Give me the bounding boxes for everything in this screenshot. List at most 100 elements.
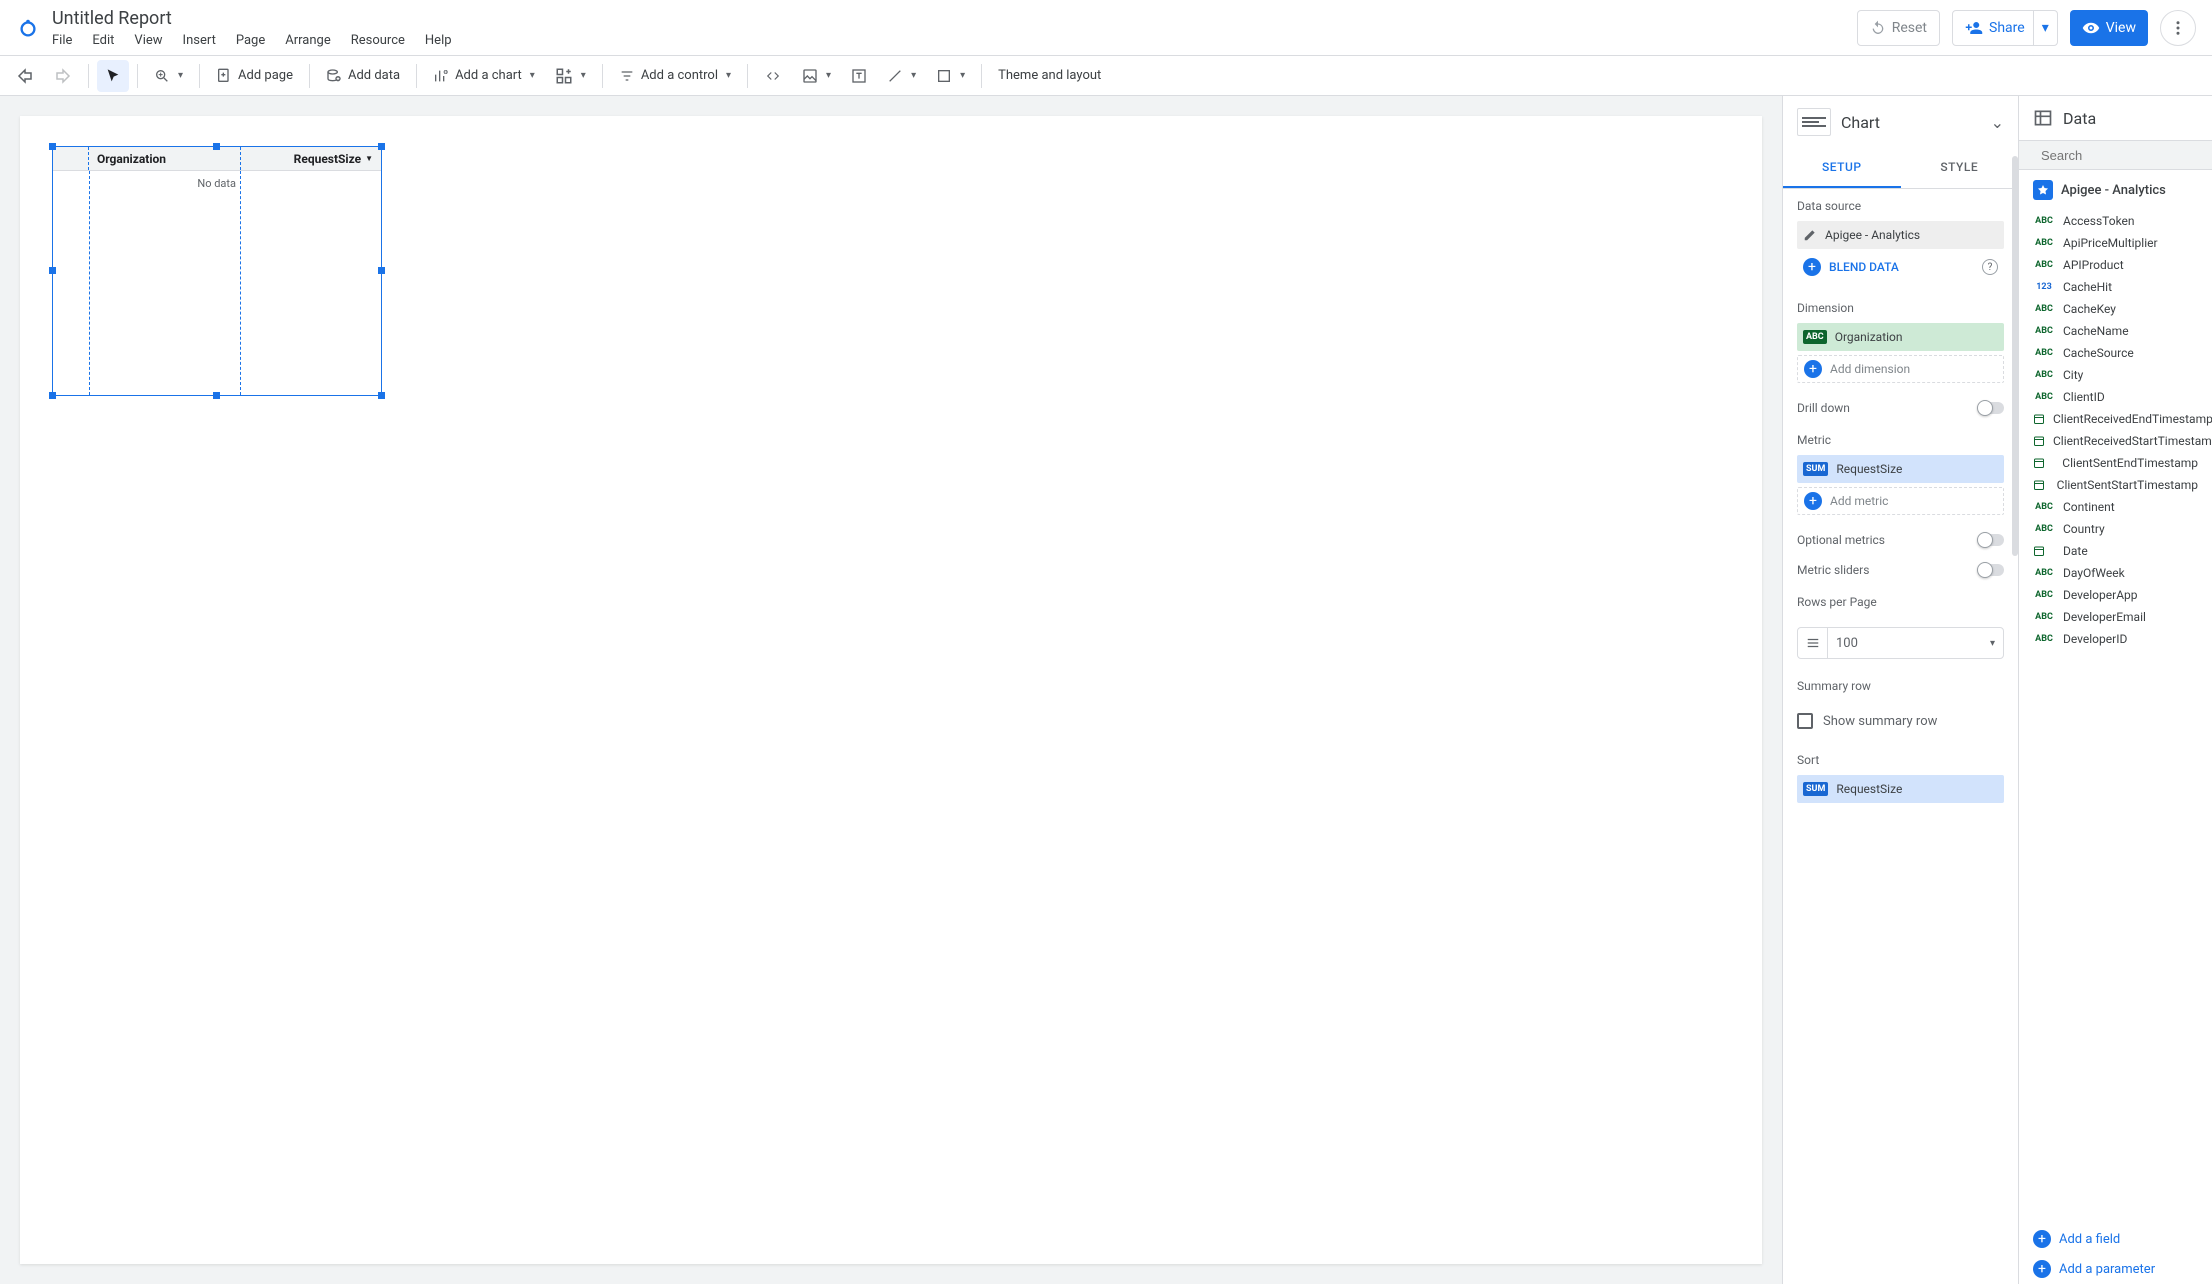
source-icon — [2033, 180, 2053, 200]
report-canvas[interactable]: Organization RequestSize▼ No data — [20, 116, 1762, 1264]
square-icon — [936, 68, 952, 84]
menu-page[interactable]: Page — [236, 33, 265, 48]
field-ApiPriceMultiplier[interactable]: ABCApiPriceMultiplier — [2019, 232, 2212, 254]
field-Country[interactable]: ABCCountry — [2019, 518, 2212, 540]
field-AccessToken[interactable]: ABCAccessToken — [2019, 210, 2212, 232]
metric-label: Metric — [1797, 433, 2004, 447]
sort-chip[interactable]: SUM RequestSize — [1797, 775, 2004, 803]
field-CacheKey[interactable]: ABCCacheKey — [2019, 298, 2212, 320]
shape-button[interactable]: ▾ — [928, 60, 973, 92]
dimension-chip[interactable]: ABC Organization — [1797, 323, 2004, 351]
menu-help[interactable]: Help — [425, 33, 452, 48]
search-input[interactable] — [2041, 148, 2212, 163]
table-chart-icon — [1797, 108, 1831, 136]
field-CacheSource[interactable]: ABCCacheSource — [2019, 342, 2212, 364]
tab-style[interactable]: STYLE — [1901, 148, 2019, 188]
plus-icon: + — [1804, 492, 1822, 510]
plus-icon: + — [2033, 1260, 2051, 1278]
share-button[interactable]: Share — [1952, 10, 2038, 46]
data-source-chip[interactable]: Apigee - Analytics — [1797, 221, 2004, 249]
cursor-icon — [105, 68, 121, 84]
redo-button[interactable] — [46, 60, 80, 92]
sort-label: Sort — [1797, 753, 2004, 767]
field-DeveloperEmail[interactable]: ABCDeveloperEmail — [2019, 606, 2212, 628]
menu-insert[interactable]: Insert — [183, 33, 216, 48]
add-field-button[interactable]: + Add a field — [2019, 1224, 2212, 1254]
field-DayOfWeek[interactable]: ABCDayOfWeek — [2019, 562, 2212, 584]
add-data-button[interactable]: Add data — [318, 60, 408, 92]
field-ClientSentEndTimestamp[interactable]: ClientSentEndTimestamp — [2019, 452, 2212, 474]
metric-chip[interactable]: SUM RequestSize — [1797, 455, 2004, 483]
line-button[interactable]: ▾ — [879, 60, 924, 92]
add-dimension-button[interactable]: + Add dimension — [1797, 355, 2004, 383]
image-button[interactable]: ▾ — [794, 60, 839, 92]
reset-button[interactable]: Reset — [1857, 10, 1940, 46]
more-vert-icon — [2169, 19, 2187, 37]
metric-sliders-toggle[interactable] — [1978, 564, 2004, 576]
data-panel: Data Apigee - Analytics ABCAccessTokenAB… — [2019, 96, 2212, 1284]
view-button[interactable]: View — [2070, 10, 2148, 46]
optional-metrics-toggle[interactable] — [1978, 534, 2004, 546]
theme-button[interactable]: Theme and layout — [990, 60, 1109, 92]
add-parameter-button[interactable]: + Add a parameter — [2019, 1254, 2212, 1284]
menu-file[interactable]: File — [52, 33, 72, 48]
rows-per-page-select[interactable]: 100 ▾ — [1797, 627, 2004, 659]
field-list: ABCAccessTokenABCApiPriceMultiplierABCAP… — [2019, 210, 2212, 1224]
scrollbar[interactable] — [2012, 156, 2018, 556]
add-metric-button[interactable]: + Add metric — [1797, 487, 2004, 515]
data-source-header[interactable]: Apigee - Analytics — [2019, 170, 2212, 210]
chart-icon — [433, 68, 449, 84]
field-ClientSentStartTimestamp[interactable]: ClientSentStartTimestamp — [2019, 474, 2212, 496]
undo-button[interactable] — [8, 60, 42, 92]
field-Date[interactable]: Date — [2019, 540, 2212, 562]
show-summary-label: Show summary row — [1823, 714, 1937, 729]
database-plus-icon — [326, 68, 342, 84]
field-Continent[interactable]: ABCContinent — [2019, 496, 2212, 518]
field-CacheHit[interactable]: 123CacheHit — [2019, 276, 2212, 298]
resize-handle[interactable] — [49, 143, 56, 150]
image-icon — [802, 68, 818, 84]
field-ClientReceivedEndTimestamp[interactable]: ClientReceivedEndTimestamp — [2019, 408, 2212, 430]
menu-edit[interactable]: Edit — [92, 33, 114, 48]
field-DeveloperID[interactable]: ABCDeveloperID — [2019, 628, 2212, 650]
menu-resource[interactable]: Resource — [351, 33, 405, 48]
field-CacheName[interactable]: ABCCacheName — [2019, 320, 2212, 342]
table-widget[interactable]: Organization RequestSize▼ No data — [52, 146, 382, 396]
share-dropdown[interactable]: ▾ — [2033, 10, 2058, 46]
undo-icon — [16, 67, 34, 85]
select-tool[interactable] — [97, 60, 129, 92]
add-control-button[interactable]: Add a control▾ — [611, 60, 739, 92]
more-options-button[interactable] — [2160, 10, 2196, 46]
drill-down-toggle[interactable] — [1978, 402, 2004, 414]
field-DeveloperApp[interactable]: ABCDeveloperApp — [2019, 584, 2212, 606]
field-ClientReceivedStartTimestamp[interactable]: ClientReceivedStartTimestamp — [2019, 430, 2212, 452]
chart-type-selector[interactable]: Chart ⌄ — [1797, 108, 2004, 136]
resize-handle[interactable] — [213, 143, 220, 150]
plus-icon: + — [2033, 1230, 2051, 1248]
line-icon — [887, 68, 903, 84]
zoom-tool[interactable]: ▾ — [146, 60, 191, 92]
help-icon[interactable]: ? — [1982, 259, 1998, 275]
add-chart-button[interactable]: Add a chart▾ — [425, 60, 543, 92]
field-ClientID[interactable]: ABCClientID — [2019, 386, 2212, 408]
app-logo[interactable] — [16, 16, 40, 40]
undo-icon — [1870, 20, 1886, 36]
add-page-button[interactable]: Add page — [208, 60, 301, 92]
chart-panel: Chart ⌄ SETUP STYLE Data source Apigee -… — [1783, 96, 2019, 1284]
search-field[interactable] — [2019, 140, 2212, 170]
show-summary-checkbox[interactable] — [1797, 713, 1813, 729]
tab-setup[interactable]: SETUP — [1783, 148, 1901, 188]
field-APIProduct[interactable]: ABCAPIProduct — [2019, 254, 2212, 276]
canvas-area[interactable]: Organization RequestSize▼ No data — [0, 96, 1782, 1284]
resize-handle[interactable] — [378, 143, 385, 150]
community-viz-button[interactable]: ▾ — [547, 60, 594, 92]
blend-data-button[interactable]: + BLEND DATA ? — [1797, 253, 2004, 281]
menu-arrange[interactable]: Arrange — [285, 33, 330, 48]
field-City[interactable]: ABCCity — [2019, 364, 2212, 386]
text-button[interactable] — [843, 60, 875, 92]
page-plus-icon — [216, 68, 232, 84]
menu-view[interactable]: View — [134, 33, 162, 48]
doc-title[interactable]: Untitled Report — [52, 8, 1845, 31]
optional-metrics-label: Optional metrics — [1797, 533, 1885, 547]
url-embed-button[interactable] — [756, 60, 790, 92]
